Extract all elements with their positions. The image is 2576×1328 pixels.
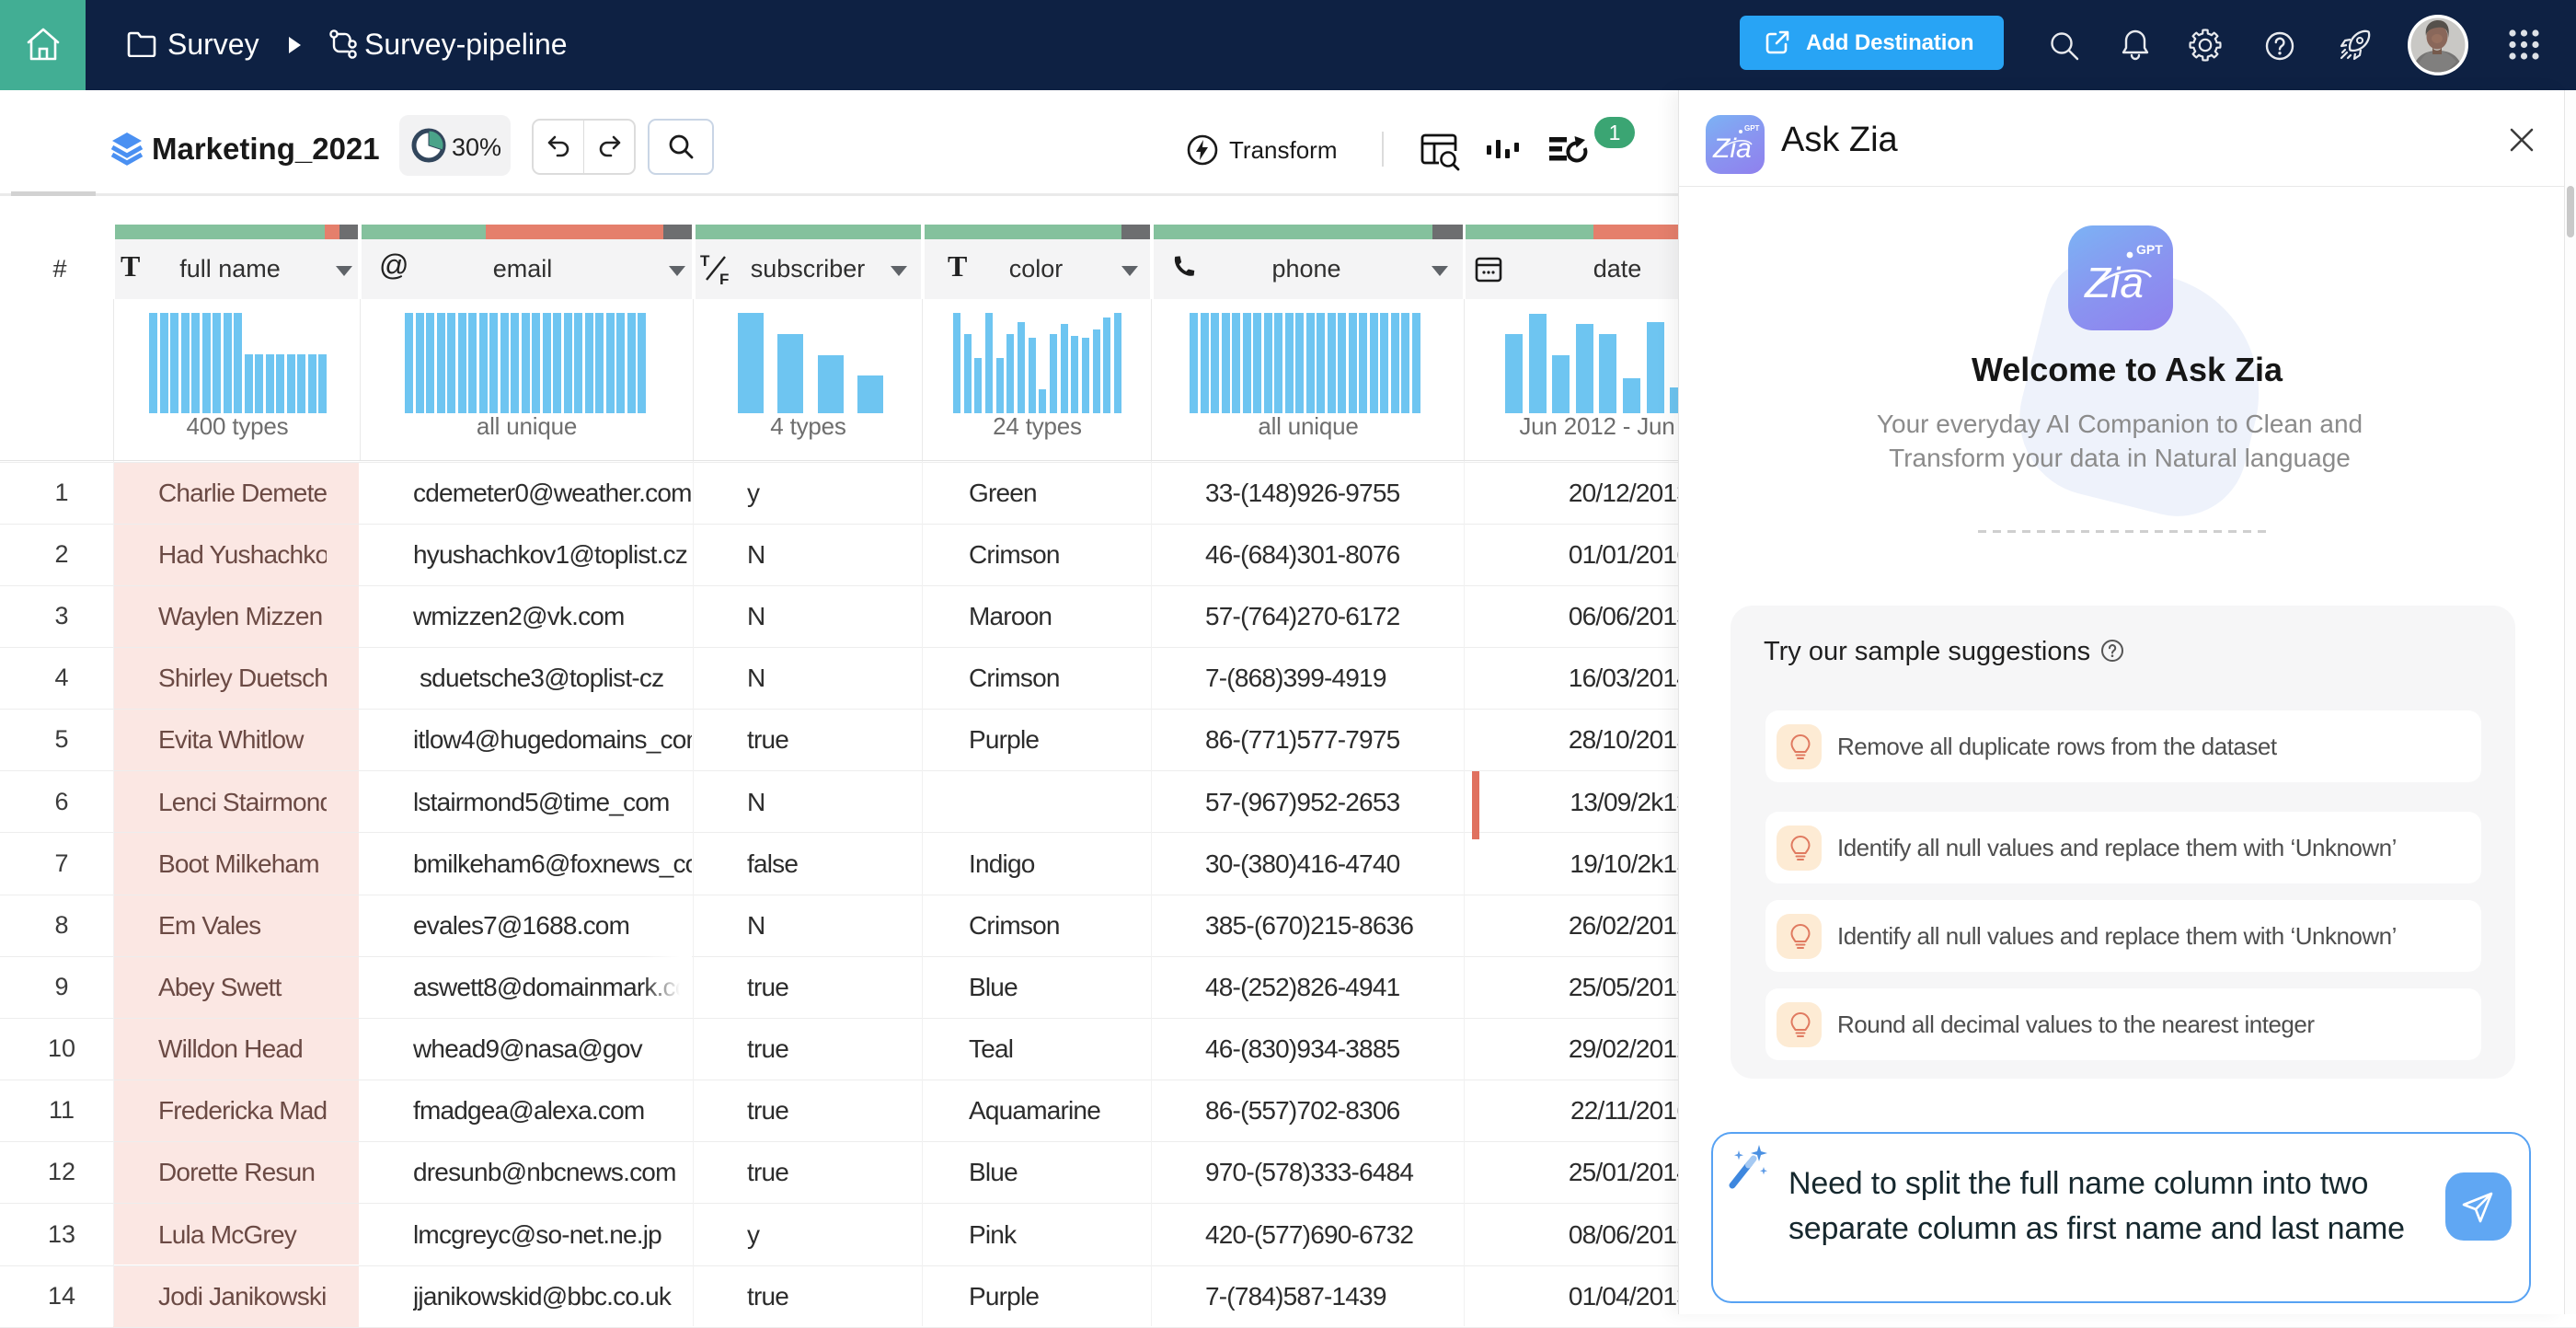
svg-text:Zia: Zia	[2084, 259, 2144, 306]
svg-text:GPT: GPT	[2136, 242, 2163, 257]
svg-text:F: F	[719, 271, 729, 287]
svg-text:T: T	[700, 252, 710, 270]
svg-text:GPT: GPT	[1744, 124, 1760, 133]
svg-text:Zia: Zia	[1712, 133, 1752, 164]
